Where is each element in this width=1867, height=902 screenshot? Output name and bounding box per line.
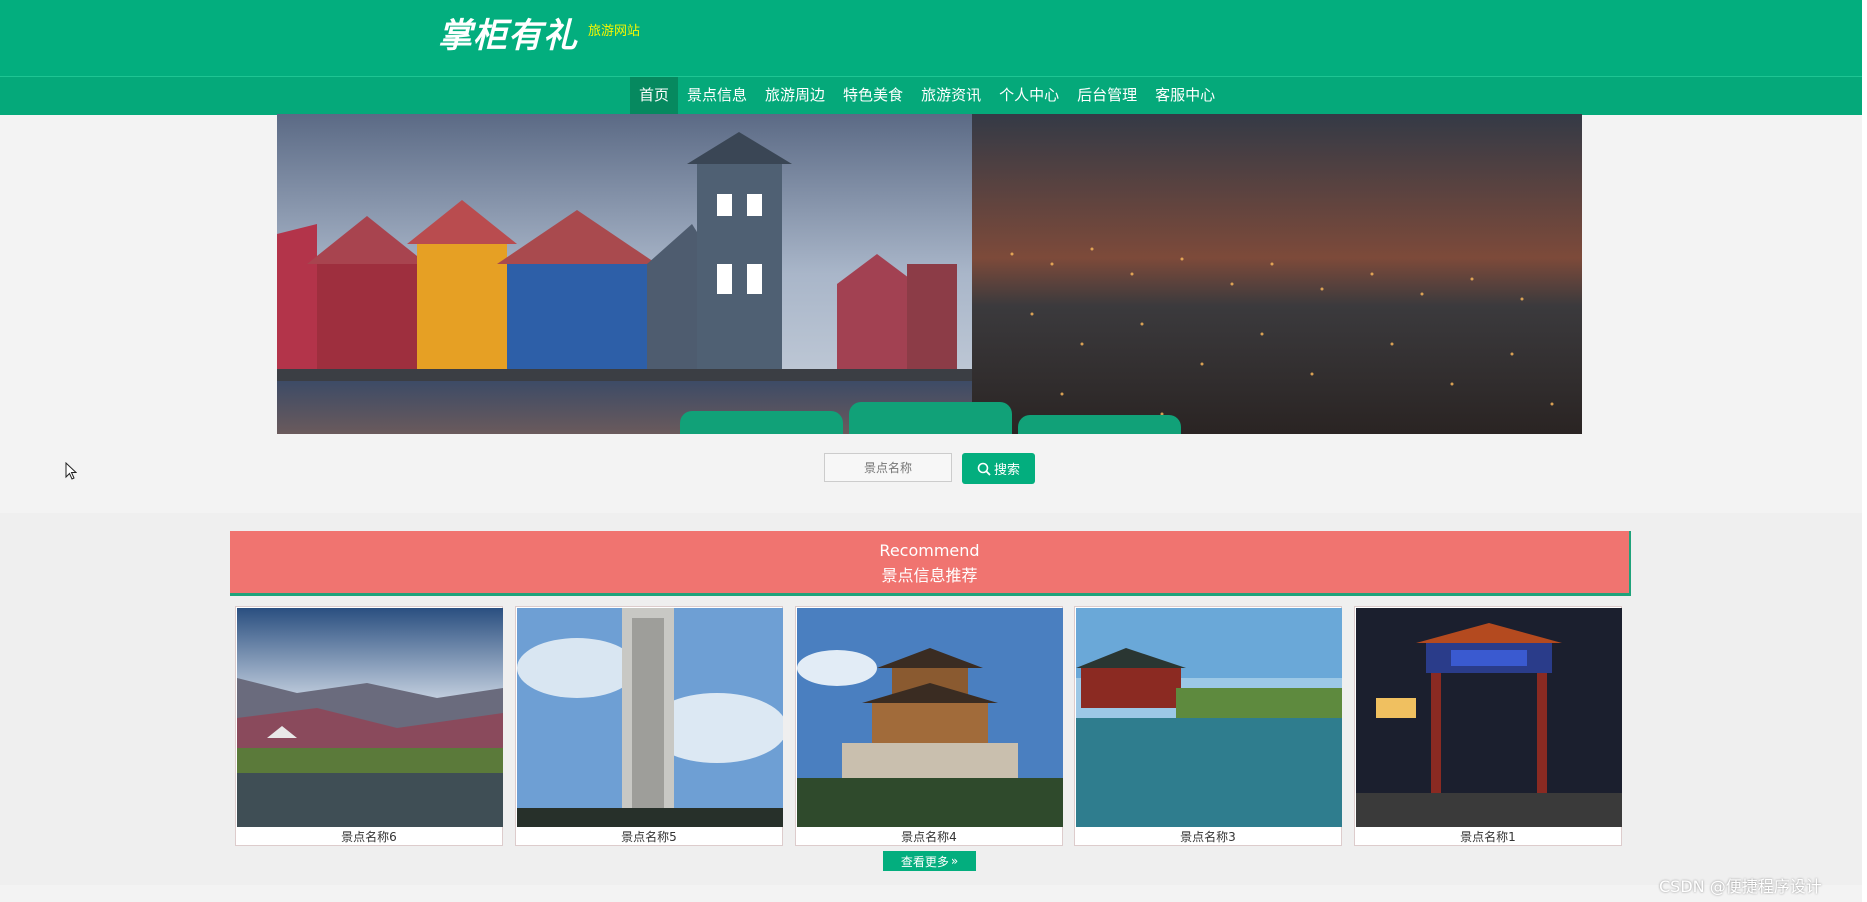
carousel-tab-2[interactable] <box>849 402 1012 434</box>
search-button-label: 搜索 <box>993 463 1020 478</box>
watermark: CSDN @便捷程序设计 <box>1659 877 1822 896</box>
carousel-image-night-city <box>972 114 1582 434</box>
attraction-card[interactable]: 景点名称6 <box>235 606 503 846</box>
site-subtitle: 旅游网站 <box>588 24 641 39</box>
attraction-card[interactable]: 景点名称3 <box>1074 606 1342 846</box>
nav-item-travel-news[interactable]: 旅游资讯 <box>912 77 990 114</box>
view-more-label: 查看更多 <box>900 854 949 869</box>
scrollbar-track[interactable] <box>1862 0 1867 902</box>
recommend-title-cn: 景点信息推荐 <box>881 566 978 585</box>
search-input[interactable] <box>824 453 952 482</box>
site-logo[interactable]: 掌柜有礼 旅游网站 <box>438 14 640 58</box>
attraction-image <box>1076 608 1342 827</box>
nav-item-travel-peripheral[interactable]: 旅游周边 <box>756 77 834 114</box>
attraction-name: 景点名称4 <box>901 830 957 844</box>
site-header: 掌柜有礼 旅游网站 <box>0 0 1862 76</box>
carousel-tab-3[interactable] <box>1018 415 1181 434</box>
double-chevron-right-icon: » <box>950 854 959 868</box>
nav-item-attractions[interactable]: 景点信息 <box>678 77 756 114</box>
search-icon <box>977 462 991 476</box>
nav-item-admin[interactable]: 后台管理 <box>1068 77 1146 114</box>
nav-item-personal-center[interactable]: 个人中心 <box>990 77 1068 114</box>
nav-item-home[interactable]: 首页 <box>630 77 679 114</box>
attraction-image <box>797 608 1063 827</box>
nav-item-customer-service[interactable]: 客服中心 <box>1146 77 1224 114</box>
attraction-name: 景点名称6 <box>341 830 397 844</box>
logo-text: 掌柜有礼 <box>438 16 578 56</box>
attraction-card[interactable]: 景点名称4 <box>795 606 1063 846</box>
hero-carousel[interactable] <box>277 114 1582 434</box>
attraction-image <box>517 608 783 827</box>
nav-item-local-food[interactable]: 特色美食 <box>834 77 912 114</box>
attraction-card[interactable]: 景点名称1 <box>1354 606 1622 846</box>
main-nav: 首页 景点信息 旅游周边 特色美食 旅游资讯 个人中心 后台管理 客服中心 <box>0 76 1862 115</box>
recommend-title-en: Recommend <box>879 541 980 560</box>
carousel-image-houses <box>277 114 972 434</box>
attraction-card[interactable]: 景点名称5 <box>515 606 783 846</box>
view-more-button[interactable]: 查看更多 » <box>883 851 976 871</box>
search-button[interactable]: 搜索 <box>962 453 1035 484</box>
attraction-name: 景点名称1 <box>1460 830 1516 844</box>
attraction-name: 景点名称5 <box>621 830 677 844</box>
recommend-header: Recommend 景点信息推荐 <box>230 531 1631 596</box>
attraction-image <box>237 608 503 827</box>
mouse-cursor-icon <box>65 462 77 480</box>
attraction-image <box>1356 608 1622 827</box>
carousel-tab-1[interactable] <box>680 411 843 434</box>
attraction-name: 景点名称3 <box>1180 830 1236 844</box>
